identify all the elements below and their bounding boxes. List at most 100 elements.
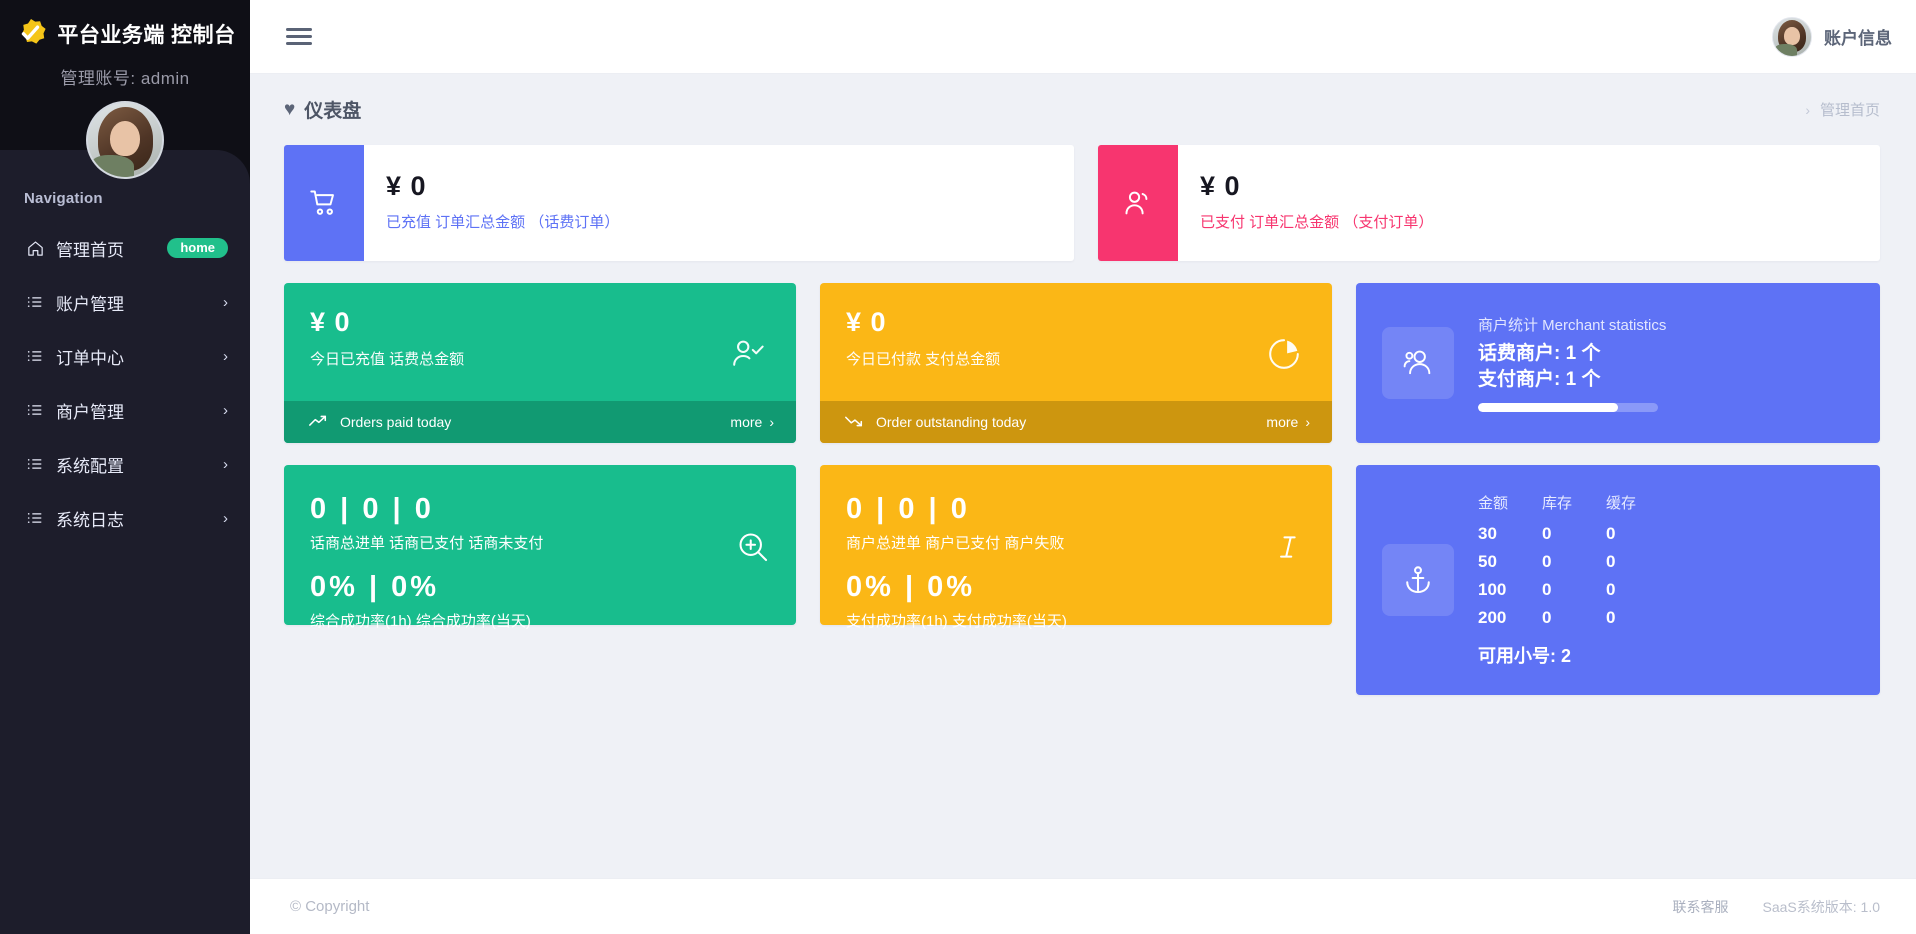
sidebar-item-system-log[interactable]: 系统日志 ›	[0, 491, 250, 545]
cell-amount: 200	[1478, 604, 1542, 632]
footer-right: 联系客服 SaaS系统版本: 1.0	[1673, 897, 1881, 917]
page-title: ♥ 仪表盘	[284, 96, 361, 123]
top-bar: 账户信息	[250, 0, 1916, 74]
chevron-right-icon: ›	[223, 294, 228, 311]
chevron-right-icon: ›	[769, 414, 774, 430]
detail-labels: 话商总进单 话商已支付 话商未支付	[310, 532, 736, 553]
stat-card-recharge[interactable]: ¥ 0 已充值 订单汇总金额 （话费订单）	[284, 145, 1074, 261]
breadcrumb: › 管理首页	[1805, 99, 1880, 120]
anchor-icon	[1382, 544, 1454, 616]
detail-numbers: 0 | 0 | 0	[310, 493, 736, 526]
cell-stock: 0	[1542, 520, 1606, 548]
summary-value: ¥ 0	[310, 307, 730, 338]
cell-cache: 0	[1606, 520, 1670, 548]
available-numbers-label: 可用小号: 2	[1478, 642, 1670, 668]
footer: © Copyright 联系客服 SaaS系统版本: 1.0	[250, 878, 1916, 934]
home-badge: home	[167, 238, 228, 258]
users-group-icon	[1382, 327, 1454, 399]
detail-rates: 0% | 0%	[310, 571, 736, 604]
stat-card-paid[interactable]: ¥ 0 已支付 订单汇总金额 （支付订单）	[1098, 145, 1880, 261]
inventory-table: 金额 库存 缓存 30 0 0	[1478, 492, 1670, 632]
sidebar-nav: Navigation 管理首页 home	[0, 150, 250, 934]
summary-label: 今日已付款 支付总金额	[846, 348, 1266, 369]
contact-support-link[interactable]: 联系客服	[1673, 897, 1729, 917]
inventory-card[interactable]: 金额 库存 缓存 30 0 0	[1356, 465, 1880, 695]
list-icon	[26, 347, 48, 365]
stat-card-body: ¥ 0 已充值 订单汇总金额 （话费订单）	[364, 145, 619, 261]
sidebar-item-label: 订单中心	[56, 344, 124, 369]
sidebar-item-account-management[interactable]: 账户管理 ›	[0, 275, 250, 329]
more-link[interactable]: more ›	[730, 414, 774, 430]
sidebar-item-system-config[interactable]: 系统配置 ›	[0, 437, 250, 491]
avatar	[1772, 17, 1812, 57]
text-cursor-icon	[1272, 530, 1306, 564]
column-header-cache: 缓存	[1606, 492, 1670, 520]
cell-cache: 0	[1606, 548, 1670, 576]
sidebar-item-order-center[interactable]: 订单中心 ›	[0, 329, 250, 383]
summary-card-main: ¥ 0 今日已付款 支付总金额	[820, 283, 1332, 401]
trend-up-icon	[308, 414, 328, 431]
sidebar-avatar[interactable]	[0, 101, 250, 179]
table-row: 50 0 0	[1478, 548, 1670, 576]
summary-card-paid-today[interactable]: ¥ 0 今日已付款 支付总金额	[820, 283, 1332, 443]
stat-value: ¥ 0	[386, 171, 619, 202]
stat-desc: 已充值 订单汇总金额 （话费订单）	[386, 211, 619, 232]
page-title-text: 仪表盘	[304, 96, 361, 123]
summary-label: 今日已充值 话费总金额	[310, 348, 730, 369]
shopping-cart-icon	[284, 145, 364, 261]
merchant-progress-bar	[1478, 403, 1658, 412]
detail-card-phone-orders[interactable]: 0 | 0 | 0 话商总进单 话商已支付 话商未支付 0% | 0% 综合成功…	[284, 465, 796, 625]
merchant-statistics-card[interactable]: 商户统计 Merchant statistics 话费商户: 1 个 支付商户:…	[1356, 283, 1880, 443]
chevron-right-icon: ›	[223, 456, 228, 473]
avatar-image	[86, 101, 164, 179]
hamburger-icon[interactable]	[286, 24, 312, 49]
cell-amount: 100	[1478, 576, 1542, 604]
detail-row: 0 | 0 | 0 话商总进单 话商已支付 话商未支付 0% | 0% 综合成功…	[284, 465, 1880, 695]
detail-labels: 商户总进单 商户已支付 商户失败	[846, 532, 1272, 553]
sidebar-item-label: 商户管理	[56, 398, 124, 423]
chevron-right-icon: ›	[1805, 102, 1810, 118]
summary-card-footer[interactable]: Order outstanding today more ›	[820, 401, 1332, 443]
summary-row: ¥ 0 今日已充值 话费总金额	[284, 283, 1880, 443]
more-label: more	[1266, 414, 1298, 430]
chevron-right-icon: ›	[223, 510, 228, 527]
inventory-body: 金额 库存 缓存 30 0 0	[1478, 492, 1670, 668]
admin-account-line: 管理账号: admin	[0, 64, 250, 89]
detail-card-text: 0 | 0 | 0 话商总进单 话商已支付 话商未支付 0% | 0% 综合成功…	[310, 493, 736, 631]
footer-left: Orders paid today	[308, 414, 451, 431]
sidebar-item-merchant-management[interactable]: 商户管理 ›	[0, 383, 250, 437]
table-row: 200 0 0	[1478, 604, 1670, 632]
account-info-button[interactable]: 账户信息	[1772, 17, 1892, 57]
summary-card-footer[interactable]: Orders paid today more ›	[284, 401, 796, 443]
footer-left: Order outstanding today	[844, 414, 1026, 431]
detail-numbers: 0 | 0 | 0	[846, 493, 1272, 526]
table-row: 30 0 0	[1478, 520, 1670, 548]
sidebar: 平台业务端 控制台 管理账号: admin Navigation 管理首页 ho…	[0, 0, 250, 934]
list-icon	[26, 293, 48, 311]
breadcrumb-current[interactable]: 管理首页	[1820, 99, 1880, 120]
more-link[interactable]: more ›	[1266, 414, 1310, 430]
sidebar-item-home[interactable]: 管理首页 home	[0, 221, 250, 275]
summary-card-recharge-today[interactable]: ¥ 0 今日已充值 话费总金额	[284, 283, 796, 443]
list-icon	[26, 509, 48, 527]
detail-card-merchant-orders[interactable]: 0 | 0 | 0 商户总进单 商户已支付 商户失败 0% | 0% 支付成功率…	[820, 465, 1332, 625]
chevron-right-icon: ›	[223, 402, 228, 419]
copyright-text: © Copyright	[290, 898, 369, 915]
column-header-amount: 金额	[1478, 492, 1542, 520]
pie-chart-icon	[1266, 307, 1306, 401]
user-check-icon	[730, 307, 770, 401]
more-label: more	[730, 414, 762, 430]
merchant-card-title: 商户统计 Merchant statistics	[1478, 314, 1854, 335]
users-icon	[1098, 145, 1178, 261]
dashboard-content: ♥ 仪表盘 › 管理首页	[250, 74, 1916, 878]
stat-bar-row: ¥ 0 已充值 订单汇总金额 （话费订单） ¥ 0 已支付	[284, 145, 1880, 261]
detail-card-text: 0 | 0 | 0 商户总进单 商户已支付 商户失败 0% | 0% 支付成功率…	[846, 493, 1272, 631]
cell-amount: 50	[1478, 548, 1542, 576]
nav-section-label: Navigation	[0, 190, 250, 207]
brand-logo-icon	[14, 17, 48, 51]
version-text: SaaS系统版本: 1.0	[1763, 897, 1881, 917]
brand[interactable]: 平台业务端 控制台	[0, 0, 250, 58]
chevron-right-icon: ›	[1305, 414, 1310, 430]
detail-rate-labels: 支付成功率(1h) 支付成功率(当天)	[846, 610, 1272, 631]
footer-text: Orders paid today	[340, 414, 451, 430]
